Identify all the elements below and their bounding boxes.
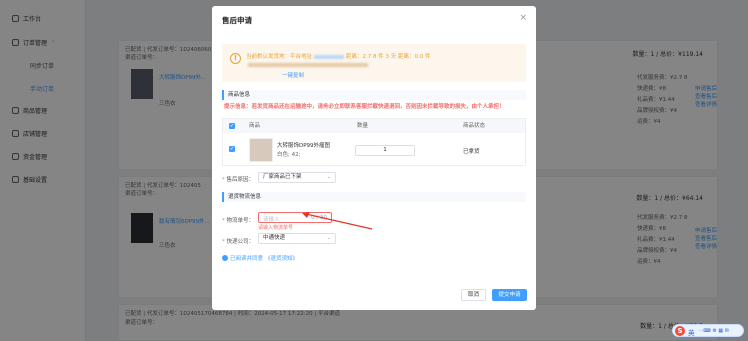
arrow-line [305, 213, 373, 230]
annotation-arrow [302, 212, 373, 230]
ime-toolbar[interactable]: S 英 ·◦⌨ ⚙ ▦ ✉ [672, 324, 744, 337]
ime-icons[interactable]: ·◦⌨ ⚙ ▦ ✉ [699, 328, 729, 334]
ime-logo-icon: S [675, 326, 685, 336]
ime-mode[interactable]: 英 [688, 327, 695, 337]
app-root: 工作台 订单管理 ⌃ 同步订单 手动订单 商品管理 店铺管理 资金管理 基础设置… [0, 0, 748, 341]
